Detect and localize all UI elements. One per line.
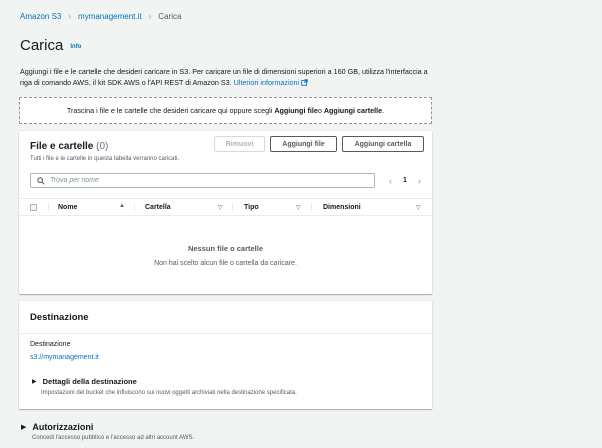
learn-more-label: Ulteriori informazioni [233, 78, 300, 87]
pagination: ‹ 1 › [385, 173, 425, 188]
search-box [30, 173, 375, 188]
page-header: Carica Info [20, 37, 81, 54]
destination-panel: Destinazione Destinazione s3://mymanagem… [19, 301, 432, 409]
column-folder[interactable]: Cartella [145, 199, 171, 215]
destination-details-toggle[interactable]: ▶ Dettagli della destinazione [32, 377, 137, 386]
select-all-checkbox[interactable] [30, 203, 37, 211]
column-size[interactable]: Dimensioni [323, 199, 361, 215]
destination-header: Destinazione [19, 301, 432, 334]
sort-ascending-icon[interactable]: ▲ [119, 203, 125, 209]
select-all-cell [30, 199, 37, 215]
column-type[interactable]: Tipo [244, 199, 259, 215]
caret-right-icon: ▶ [32, 379, 37, 385]
intro-text: Aggiungi i file e le cartelle che deside… [20, 66, 435, 88]
chevron-right-icon: › [148, 12, 152, 21]
dropzone-suffix: . [382, 106, 385, 115]
destination-label: Destinazione [30, 341, 71, 348]
dropzone-add-files: Aggiungi file [274, 106, 318, 115]
permissions-toggle[interactable]: ▶ Autorizzazioni [21, 422, 93, 432]
sort-icon[interactable]: ▽ [218, 204, 223, 211]
info-link[interactable]: Info [70, 44, 81, 50]
chevron-right-icon: › [68, 12, 72, 21]
column-divider [48, 203, 49, 212]
permissions-title: Autorizzazioni [32, 422, 94, 432]
empty-state-subtitle: Non hai scelto alcun file o cartella da … [154, 260, 297, 267]
remove-button[interactable]: Rimuovi [214, 136, 265, 152]
breadcrumb-amazon-s3[interactable]: Amazon S3 [20, 12, 61, 21]
column-name[interactable]: Nome [58, 199, 77, 215]
breadcrumb-bucket[interactable]: mymanagement.it [78, 12, 142, 21]
dropzone-middle: o [317, 106, 322, 115]
upload-dropzone[interactable]: Trascina i file e le cartelle che deside… [19, 97, 432, 124]
column-divider [134, 203, 135, 212]
files-panel: File e cartelle (0) Tutti i file e le ca… [19, 131, 432, 294]
empty-state-title: Nessun file o cartelle [187, 244, 264, 253]
caret-right-icon: ▶ [21, 424, 27, 431]
column-divider [232, 203, 233, 212]
table-header: Nome ▲ Cartella ▽ Tipo ▽ Dimensioni ▽ [19, 198, 432, 216]
files-title-text: File e cartelle [30, 141, 94, 152]
files-subtitle: Tutti i file e le cartelle in questa tab… [30, 156, 180, 162]
column-divider [311, 203, 312, 212]
dropzone-add-folder: Aggiungi cartelle [323, 106, 383, 115]
dropzone-prefix: Trascina i file e le cartelle che deside… [66, 106, 273, 115]
sort-icon[interactable]: ▽ [296, 204, 301, 211]
search-input[interactable] [50, 177, 350, 184]
sort-icon[interactable]: ▽ [416, 204, 421, 211]
search-icon [37, 176, 45, 185]
column-folder-label: Cartella [145, 203, 171, 211]
intro-body: Aggiungi i file e le cartelle che deside… [20, 67, 428, 87]
files-title: File e cartelle (0) [30, 141, 108, 152]
page-title: Carica [20, 37, 64, 54]
learn-more-link[interactable]: Ulteriori informazioni [234, 78, 309, 87]
permissions-subtitle: Concedi l'accesso pubblico e l'accesso a… [32, 435, 195, 441]
breadcrumb: Amazon S3 › mymanagement.it › Carica [20, 12, 181, 21]
breadcrumb-current: Carica [158, 12, 182, 21]
column-name-label: Nome [58, 203, 78, 211]
destination-details-title: Dettagli della destinazione [42, 377, 137, 386]
files-count: (0) [96, 141, 109, 152]
destination-link[interactable]: s3://mymanagement.it [30, 354, 99, 361]
column-size-label: Dimensioni [323, 203, 361, 211]
next-page-icon[interactable]: › [414, 176, 425, 186]
column-type-label: Tipo [244, 203, 259, 211]
previous-page-icon[interactable]: ‹ [385, 176, 396, 186]
external-link-icon [301, 79, 308, 86]
destination-title: Destinazione [30, 312, 89, 323]
add-folder-button[interactable]: Aggiungi cartella [342, 136, 424, 152]
add-files-button[interactable]: Aggiungi file [270, 136, 337, 152]
destination-details-subtitle: Impostazioni del bucket che influiscono … [41, 390, 297, 396]
page-number[interactable]: 1 [403, 177, 407, 184]
